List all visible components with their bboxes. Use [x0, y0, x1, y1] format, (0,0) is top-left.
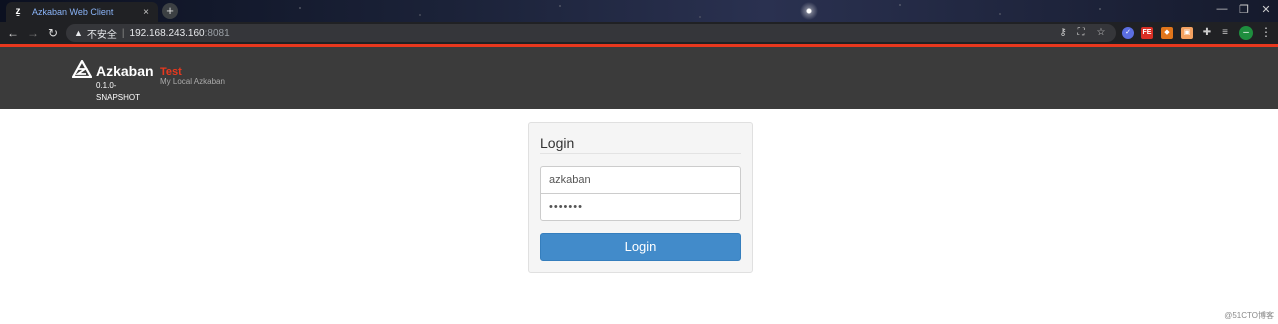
- login-button[interactable]: Login: [540, 233, 741, 261]
- address-separator: |: [121, 27, 125, 39]
- puzzle-icon[interactable]: ✚: [1200, 26, 1214, 40]
- forward-arrow-icon[interactable]: →: [26, 25, 40, 41]
- address-host: 192.168.243.160: [129, 27, 205, 39]
- profile-icon[interactable]: –: [1239, 26, 1253, 40]
- address-bar[interactable]: ▲ 不安全 | 192.168.243.160:8081: [66, 24, 1116, 42]
- key-icon[interactable]: ⚷: [1056, 26, 1070, 40]
- ext-orange-icon[interactable]: ▣: [1181, 27, 1193, 39]
- back-arrow-icon[interactable]: ←: [6, 25, 20, 41]
- login-panel: Login azkaban ••••••• Login: [528, 122, 753, 273]
- username-input[interactable]: azkaban: [540, 166, 741, 194]
- warning-icon: ▲: [74, 28, 83, 38]
- azkaban-favicon-icon: ẕ: [15, 6, 21, 17]
- ext-fox-icon[interactable]: ◆: [1161, 27, 1173, 39]
- brand-name[interactable]: Azkaban: [96, 63, 154, 79]
- translate-icon[interactable]: ⛶: [1074, 26, 1088, 40]
- version-label: 0.1.0-SNAPSHOT: [96, 81, 141, 102]
- star-flare: [800, 2, 818, 20]
- environment-description: My Local Azkaban: [160, 77, 225, 86]
- browser-tab[interactable]: ẕ Azkaban Web Client ×: [6, 2, 158, 22]
- login-divider: [540, 153, 741, 154]
- reload-icon[interactable]: ↻: [46, 25, 60, 41]
- login-title: Login: [540, 135, 575, 151]
- azkaban-logo-icon: [72, 60, 92, 78]
- background-stars: [0, 0, 1278, 22]
- ext-blue-icon[interactable]: ✓: [1122, 27, 1134, 39]
- ext-red-icon[interactable]: FE: [1141, 27, 1153, 39]
- star-icon[interactable]: ☆: [1094, 26, 1108, 40]
- azkaban-header: Azkaban 0.1.0-SNAPSHOT Test My Local Azk…: [0, 47, 1278, 109]
- new-tab-button[interactable]: +: [162, 3, 178, 19]
- tab-close-icon[interactable]: ×: [140, 7, 152, 18]
- address-port: :8081: [204, 27, 230, 39]
- maximize-button[interactable]: ❐: [1236, 3, 1252, 16]
- reading-list-icon[interactable]: ≡: [1218, 26, 1232, 40]
- browser-tab-strip: ẕ Azkaban Web Client × + — ❐ ✕: [0, 0, 1278, 22]
- tab-title: Azkaban Web Client: [32, 7, 114, 17]
- minimize-button[interactable]: —: [1214, 3, 1230, 15]
- security-label: 不安全: [86, 29, 117, 41]
- close-window-button[interactable]: ✕: [1258, 3, 1274, 16]
- menu-icon[interactable]: ⋮: [1260, 25, 1272, 39]
- password-input[interactable]: •••••••: [540, 193, 741, 221]
- watermark: @51CTO博客: [1224, 311, 1274, 320]
- browser-toolbar: ← → ↻ ▲ 不安全 | 192.168.243.160:8081 ⚷ ⛶ ☆…: [0, 22, 1278, 44]
